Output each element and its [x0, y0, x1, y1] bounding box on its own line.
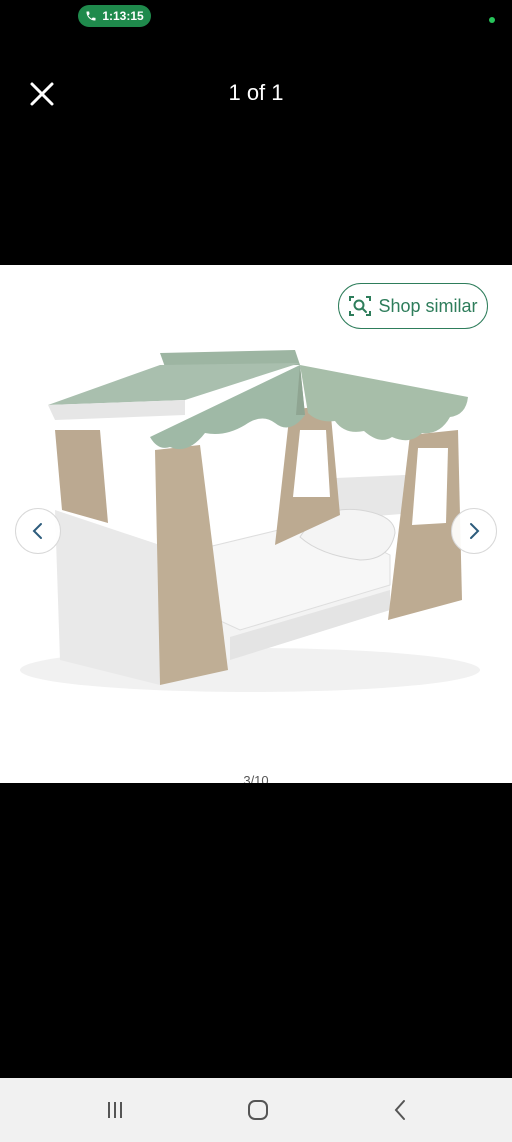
next-image-button[interactable]: [451, 508, 497, 554]
call-timer: 1:13:15: [102, 9, 144, 23]
image-viewer[interactable]: Shop similar 3/10: [0, 265, 512, 783]
ongoing-call-pill[interactable]: 1:13:15: [78, 5, 151, 27]
recents-button[interactable]: [85, 1090, 145, 1130]
back-button[interactable]: [371, 1090, 431, 1130]
image-counter: 1 of 1: [228, 80, 284, 105]
home-icon: [248, 1100, 268, 1120]
product-image-house-bed: [0, 265, 512, 783]
home-button[interactable]: [228, 1090, 288, 1130]
shop-similar-label: Shop similar: [378, 295, 478, 316]
chevron-left-icon: [32, 523, 42, 539]
status-dot-icon: [489, 17, 495, 23]
viewer-top-bar: 1 of 1: [0, 62, 512, 122]
phone-icon: [86, 11, 96, 21]
status-bar: 1:13:15: [0, 0, 512, 34]
chevron-right-icon: [470, 523, 480, 539]
previous-image-button[interactable]: [15, 508, 61, 554]
system-navigation-bar: [0, 1078, 512, 1142]
shop-similar-button[interactable]: Shop similar: [338, 283, 488, 329]
recents-icon: [108, 1102, 122, 1118]
back-icon: [394, 1100, 405, 1120]
lens-search-icon: [349, 296, 372, 316]
image-index-label: 3/10: [243, 773, 269, 783]
